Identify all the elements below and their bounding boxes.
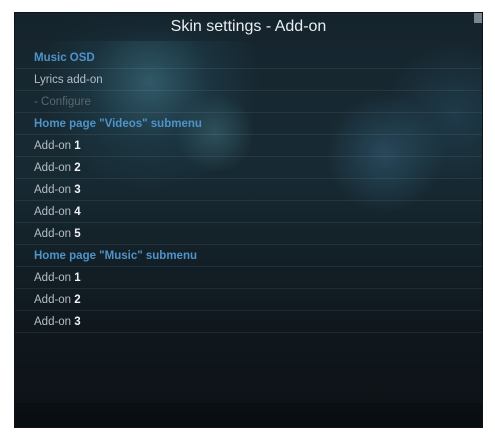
music-addon-2[interactable]: Add-on 2 [15, 289, 482, 311]
addon-prefix: Add-on [34, 294, 72, 306]
dialog-header: Skin settings - Add-on [15, 13, 482, 41]
addon-number: 5 [74, 228, 81, 240]
addon-prefix: Add-on [34, 272, 72, 284]
addon-number: 1 [74, 272, 81, 284]
addon-number: 3 [74, 184, 81, 196]
addon-label: Add-on 1 [34, 271, 81, 285]
addon-prefix: Add-on [34, 228, 72, 240]
settings-list: Music OSD Lyrics add-on - Configure Home… [15, 47, 482, 333]
videos-addon-5[interactable]: Add-on 5 [15, 223, 482, 245]
addon-prefix: Add-on [34, 162, 72, 174]
addon-label: Add-on 5 [34, 227, 81, 241]
music-addon-1[interactable]: Add-on 1 [15, 267, 482, 289]
close-icon[interactable] [474, 13, 482, 23]
dialog-footer [15, 403, 482, 427]
setting-label: - Configure [34, 96, 91, 108]
addon-prefix: Add-on [34, 140, 72, 152]
section-header-videos-submenu: Home page "Videos" submenu [15, 113, 482, 135]
dialog-title: Skin settings - Add-on [170, 18, 327, 35]
addon-prefix: Add-on [34, 184, 72, 196]
addon-number: 1 [74, 140, 81, 152]
music-addon-3[interactable]: Add-on 3 [15, 311, 482, 333]
videos-addon-4[interactable]: Add-on 4 [15, 201, 482, 223]
skin-settings-dialog: Skin settings - Add-on Music OSD Lyrics … [14, 12, 483, 428]
addon-label: Add-on 2 [34, 161, 81, 175]
addon-prefix: Add-on [34, 206, 72, 218]
addon-prefix: Add-on [34, 316, 72, 328]
setting-configure-lyrics: - Configure [15, 91, 482, 113]
section-header-label: Music OSD [34, 52, 95, 64]
addon-label: Add-on 4 [34, 205, 81, 219]
videos-addon-1[interactable]: Add-on 1 [15, 135, 482, 157]
section-header-label: Home page "Videos" submenu [34, 118, 202, 130]
videos-addon-3[interactable]: Add-on 3 [15, 179, 482, 201]
addon-number: 3 [74, 316, 81, 328]
section-header-music-osd: Music OSD [15, 47, 482, 69]
addon-number: 2 [74, 294, 81, 306]
addon-label: Add-on 3 [34, 183, 81, 197]
videos-addon-2[interactable]: Add-on 2 [15, 157, 482, 179]
section-header-music-submenu: Home page "Music" submenu [15, 245, 482, 267]
addon-label: Add-on 3 [34, 315, 81, 329]
addon-label: Add-on 2 [34, 293, 81, 307]
addon-number: 4 [74, 206, 81, 218]
addon-label: Add-on 1 [34, 139, 81, 153]
setting-lyrics-addon[interactable]: Lyrics add-on [15, 69, 482, 91]
section-header-label: Home page "Music" submenu [34, 250, 197, 262]
setting-label: Lyrics add-on [34, 74, 103, 86]
addon-number: 2 [74, 162, 81, 174]
